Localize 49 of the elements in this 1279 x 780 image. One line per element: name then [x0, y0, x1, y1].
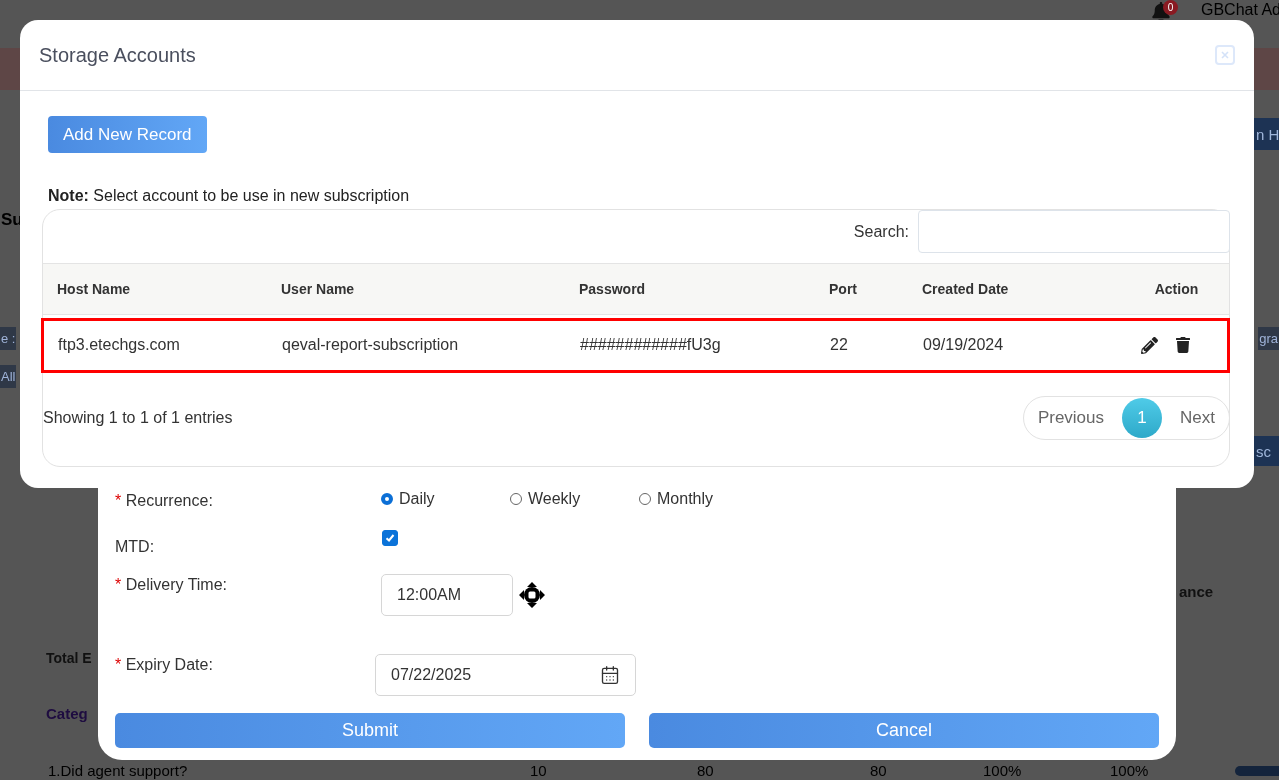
close-icon — [1220, 50, 1230, 60]
filter-chip[interactable]: gra — [1258, 326, 1279, 350]
table-cell-text: 80 — [870, 762, 888, 779]
filter-chip[interactable]: All — [0, 364, 17, 388]
pencil-icon[interactable] — [1141, 336, 1158, 354]
checkbox[interactable] — [382, 530, 398, 546]
table-cell-text: 80 — [697, 762, 715, 779]
field-label: * Expiry Date: — [115, 655, 214, 674]
table-cell-text: 100% — [983, 762, 1023, 779]
page-button[interactable]: sc — [1254, 436, 1279, 466]
table-header-cell[interactable]: Host Name — [57, 280, 131, 297]
radio-option[interactable]: Daily — [381, 490, 510, 508]
dialog-title: Storage Accounts — [39, 43, 196, 67]
table-header-cell[interactable]: Action — [1154, 280, 1199, 297]
total-label: Total E — [46, 650, 92, 666]
table-cell-text: ftp3.etechgs.com — [58, 336, 181, 355]
table-header-cell[interactable]: Created Date — [922, 280, 1009, 297]
table-cell-text: 10 — [530, 762, 548, 779]
table-cell-text: 100% — [1110, 762, 1150, 779]
filter-chip[interactable]: e : — [0, 326, 17, 350]
page-button[interactable]: n H — [1254, 118, 1279, 150]
field-label: * Delivery Time: — [115, 575, 229, 594]
radio-option[interactable]: Monthly — [639, 490, 768, 508]
check-icon — [385, 533, 395, 543]
search-label: Search: — [853, 223, 909, 241]
trash-icon[interactable] — [1175, 336, 1191, 353]
search-field[interactable] — [918, 210, 1230, 253]
category-label: Categ — [46, 704, 88, 722]
date-field[interactable]: 07/22/2025 — [375, 654, 636, 696]
table-row[interactable]: ftp3.etechgs.com qeval-report-subscription ############fU3g 22 09/19/2024 — [41, 317, 1230, 374]
table-header-cell[interactable]: Port — [829, 280, 857, 297]
table-cell-text: 09/19/2024 — [923, 336, 1005, 355]
calendar-icon[interactable] — [600, 665, 620, 685]
table-header-cell[interactable]: Password — [579, 280, 646, 297]
field-label: MTD: — [115, 537, 156, 556]
time-field[interactable]: 12:00AM — [381, 574, 513, 616]
table-cell-text: 22 — [830, 336, 849, 355]
table-cell-text: ############fU3g — [580, 336, 722, 355]
page-link[interactable]: Previous — [1037, 408, 1105, 429]
note-text: Note: Select account to be use in new subscription — [48, 187, 411, 205]
move-icon[interactable] — [519, 582, 545, 608]
entries-info: Showing 1 to 1 of 1 entries — [43, 409, 233, 428]
page-link[interactable]: Next — [1180, 408, 1215, 429]
field-label: * Recurrence: — [115, 491, 214, 510]
table-cell-text: qeval-report-subscription — [282, 336, 460, 355]
radio-option[interactable]: Weekly — [510, 490, 639, 508]
column-header: ance — [1179, 582, 1214, 600]
table-header-cell[interactable]: User Name — [281, 280, 355, 297]
table-cell-text: 1.Did agent support? — [48, 762, 189, 779]
